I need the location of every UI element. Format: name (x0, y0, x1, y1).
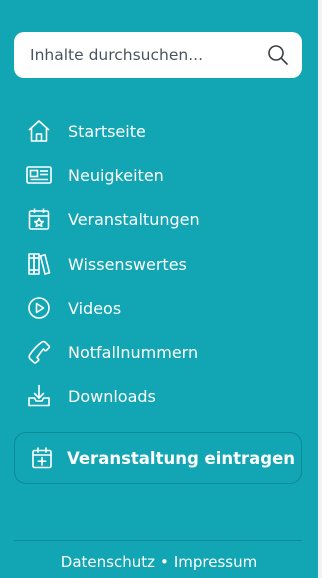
newspaper-icon (24, 160, 54, 190)
nav-item-downloads[interactable]: Downloads (24, 379, 294, 413)
nav-label: Wissenswertes (68, 254, 187, 274)
download-tray-icon (24, 381, 54, 411)
books-icon (24, 249, 54, 279)
search-input[interactable] (30, 32, 260, 78)
nav-item-veranstaltungen[interactable]: Veranstaltungen (24, 202, 294, 236)
nav-item-notfallnummern[interactable]: Notfallnummern (24, 335, 294, 369)
nav-item-videos[interactable]: Videos (24, 291, 294, 325)
calendar-star-icon (24, 204, 54, 234)
nav-label: Videos (68, 298, 122, 318)
sidebar: Startseite Neuigkeiten (0, 0, 318, 578)
nav-item-startseite[interactable]: Startseite (24, 114, 294, 148)
add-event-label: Veranstaltung eintragen (67, 448, 296, 468)
play-circle-icon (24, 293, 54, 323)
footer: Datenschutz • Impressum (0, 553, 318, 571)
nav-item-wissenswertes[interactable]: Wissenswertes (24, 247, 294, 281)
nav-label: Startseite (68, 121, 146, 141)
nav-label: Notfallnummern (68, 342, 199, 362)
privacy-link[interactable]: Datenschutz (61, 553, 155, 571)
sidebar-edge (318, 0, 322, 578)
nav-label: Downloads (68, 386, 156, 406)
nav-label: Neuigkeiten (68, 165, 164, 185)
phone-icon (24, 337, 54, 367)
imprint-link[interactable]: Impressum (174, 553, 257, 571)
home-icon (24, 116, 54, 146)
nav-item-neuigkeiten[interactable]: Neuigkeiten (24, 158, 294, 192)
calendar-plus-icon (29, 445, 55, 471)
footer-divider (14, 540, 302, 541)
search-icon[interactable] (266, 43, 290, 67)
nav-label: Veranstaltungen (68, 209, 200, 229)
footer-separator: • (159, 553, 169, 571)
add-event-button[interactable]: Veranstaltung eintragen (14, 432, 302, 484)
search-box[interactable] (14, 32, 302, 78)
